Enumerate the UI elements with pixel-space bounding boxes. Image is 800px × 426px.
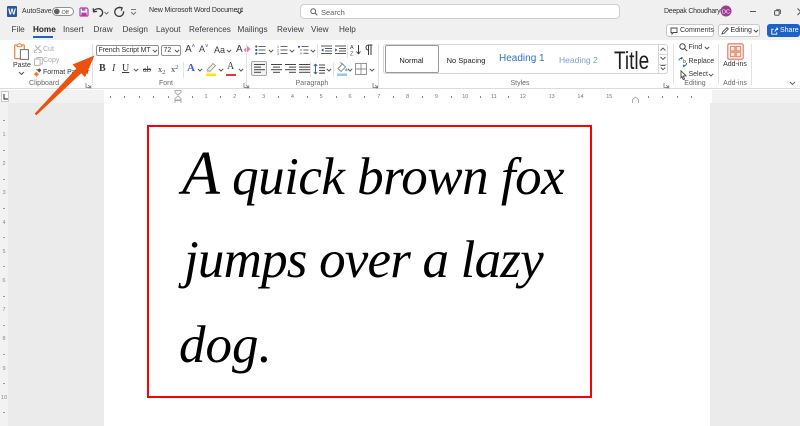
svg-text:3: 3 — [277, 52, 279, 55]
svg-text:Off: Off — [62, 10, 70, 16]
svg-text:DC: DC — [722, 9, 730, 15]
svg-text:A: A — [350, 45, 354, 51]
svg-text:Z: Z — [350, 52, 354, 57]
svg-text:b: b — [683, 59, 686, 65]
svg-text:W: W — [8, 8, 16, 17]
